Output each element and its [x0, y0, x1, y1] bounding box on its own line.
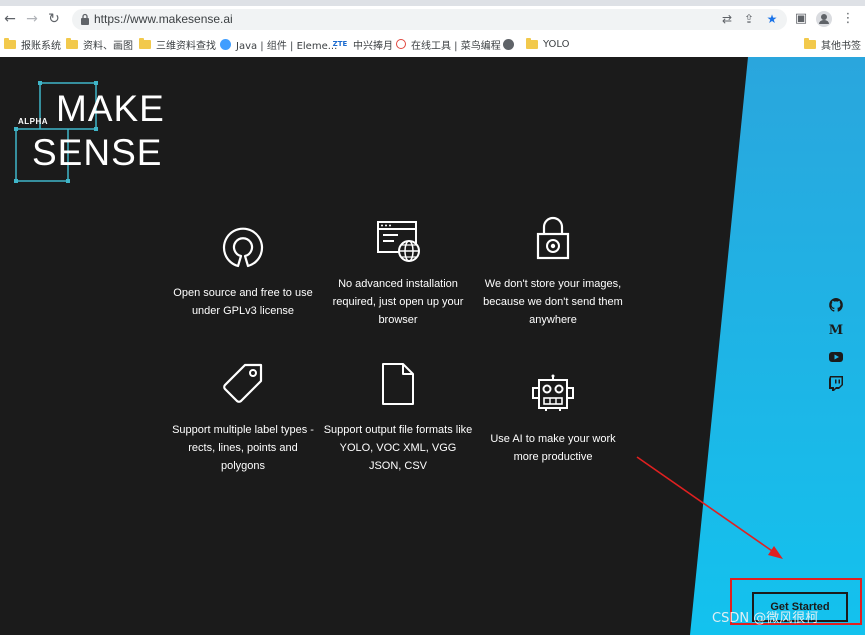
other-bookmarks[interactable]: 其他书签	[804, 36, 861, 52]
csdn-watermark: CSDN @微风很柯	[712, 611, 819, 626]
bookmark-item[interactable]: YOLO	[526, 36, 570, 52]
url-text: https://www.makesense.ai	[94, 12, 233, 26]
runoob-favicon	[396, 39, 406, 49]
annotation-arrow	[636, 456, 783, 559]
folder-icon	[4, 37, 16, 49]
reload-button[interactable]: ↻	[46, 11, 62, 27]
bookmark-item[interactable]: 报账系统	[4, 36, 61, 52]
menu-icon[interactable]: ⋮	[840, 11, 856, 27]
bookmark-item[interactable]: 三维资料查找	[139, 36, 216, 52]
bookmark-label: 其他书签	[821, 40, 861, 52]
makesense-page: ALPHA MAKE SENSE Open source and free to…	[0, 57, 865, 635]
forward-button[interactable]: →	[24, 11, 40, 27]
bookmark-label: 在线工具 | 菜鸟编程	[411, 40, 501, 52]
zte-favicon: ZTE	[332, 39, 348, 48]
bookmark-item[interactable]	[503, 36, 519, 52]
bookmark-label: 资料、画图	[83, 40, 133, 52]
side-panel-icon[interactable]: ▣	[793, 11, 809, 27]
share-icon[interactable]: ⇪	[742, 12, 756, 26]
back-button[interactable]: ←	[2, 11, 18, 27]
bookmark-label: 报账系统	[21, 40, 61, 52]
browser-chrome: ← → ↻ https://www.makesense.ai ⇄ ⇪ ★ ▣ ⋮…	[0, 0, 865, 58]
folder-icon	[66, 37, 78, 49]
bookmark-item[interactable]: Java | 组件 | Eleme...	[220, 36, 337, 52]
bookmark-label: 三维资料查找	[156, 40, 216, 52]
globe-icon	[503, 38, 514, 50]
browser-toolbar: ← → ↻ https://www.makesense.ai ⇄ ⇪ ★ ▣ ⋮	[0, 6, 865, 32]
element-favicon	[220, 38, 231, 50]
bookmark-item[interactable]: 在线工具 | 菜鸟编程	[396, 36, 501, 52]
address-bar[interactable]: https://www.makesense.ai ⇄ ⇪ ★	[72, 9, 787, 30]
bookmark-label: YOLO	[543, 38, 570, 50]
folder-icon	[526, 37, 538, 49]
bookmarks-bar: 报账系统 资料、画图 三维资料查找 Java | 组件 | Eleme... Z…	[0, 32, 865, 56]
folder-icon	[804, 37, 816, 49]
bookmark-item[interactable]: ZTE 中兴捧月	[332, 36, 393, 52]
bookmark-item[interactable]: 资料、画图	[66, 36, 133, 52]
bookmark-label: 中兴捧月	[353, 40, 393, 52]
bookmark-label: Java | 组件 | Eleme...	[236, 40, 338, 52]
star-icon[interactable]: ★	[765, 12, 779, 26]
lock-icon	[81, 13, 89, 25]
translate-icon[interactable]: ⇄	[720, 12, 734, 26]
profile-avatar[interactable]	[816, 11, 832, 27]
folder-icon	[139, 37, 151, 49]
